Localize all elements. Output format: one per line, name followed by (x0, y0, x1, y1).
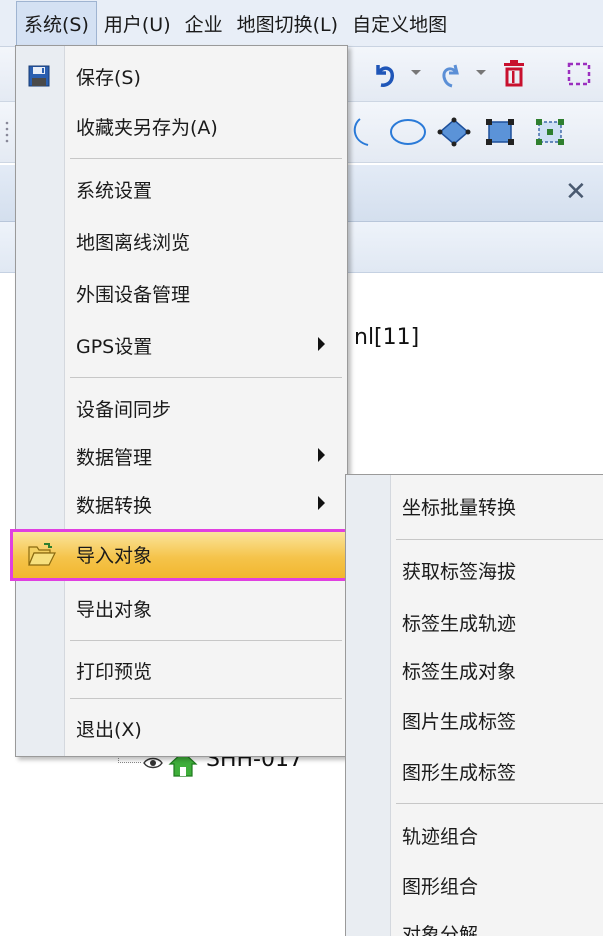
submenu-arrow-icon (318, 337, 325, 351)
menu-item-system-settings[interactable]: 系统设置 (16, 165, 347, 213)
submenu-item-label: 获取标签海拔 (402, 560, 517, 583)
floppy-disk-icon (28, 65, 50, 87)
redo-icon[interactable] (435, 59, 465, 89)
delete-icon[interactable] (500, 59, 528, 89)
menu-system[interactable]: 系统(S) (16, 0, 97, 46)
menu-item-label: 系统设置 (76, 179, 153, 202)
submenu-item-label: 图形生成标签 (402, 761, 517, 784)
submenu-separator (396, 803, 603, 804)
menu-item-save[interactable]: 保存(S) (16, 52, 347, 100)
grip-icon (5, 121, 9, 143)
submenu-arrow-icon (318, 448, 325, 462)
menu-separator (70, 377, 342, 378)
menu-item-label: 退出(X) (76, 718, 142, 741)
menu-item-label: 导入对象 (76, 544, 153, 567)
menu-item-label: 打印预览 (76, 660, 153, 683)
menu-item-label: 收藏夹另存为(A) (76, 116, 218, 139)
submenu-item-track-combine[interactable]: 轨迹组合 (346, 810, 603, 860)
menu-item-label: 导出对象 (76, 598, 153, 621)
undo-icon[interactable] (370, 59, 400, 89)
menu-map-switch[interactable]: 地图切换(L) (230, 0, 345, 46)
menu-item-export-object[interactable]: 导出对象 (16, 584, 347, 632)
submenu-item-object-decompose[interactable]: 对象分解 (346, 908, 603, 936)
visibility-eye-icon[interactable] (143, 755, 163, 771)
submenu-separator (396, 539, 603, 540)
submenu-item-tag-to-track[interactable]: 标签生成轨迹 (346, 597, 603, 647)
menu-item-peripheral-management[interactable]: 外围设备管理 (16, 269, 347, 317)
data-conversion-submenu: 坐标批量转换 获取标签海拔 标签生成轨迹 标签生成对象 图片生成标签 图形生成标… (345, 474, 603, 936)
menu-separator (70, 640, 342, 641)
submenu-item-label: 对象分解 (402, 923, 479, 936)
menu-item-label: 外围设备管理 (76, 283, 191, 306)
menu-item-device-sync[interactable]: 设备间同步 (16, 384, 347, 432)
menu-item-data-conversion[interactable]: 数据转换 (16, 480, 347, 528)
submenu-item-shape-to-tag[interactable]: 图形生成标签 (346, 746, 603, 796)
menubar: 系统(S) 用户(U) 企业 地图切换(L) 自定义地图 (0, 0, 603, 47)
polygon-tool-icon[interactable] (436, 116, 472, 148)
node-edit-tool-icon[interactable] (534, 117, 566, 147)
system-dropdown-menu: 保存(S) 收藏夹另存为(A) 系统设置 地图离线浏览 外围设备管理 GPS设置… (10, 45, 353, 757)
submenu-item-label: 标签生成轨迹 (402, 612, 517, 635)
menu-item-label: 地图离线浏览 (76, 231, 191, 254)
submenu-item-label: 轨迹组合 (402, 825, 479, 848)
undo-dropdown-icon[interactable] (410, 69, 422, 77)
menu-user[interactable]: 用户(U) (97, 0, 178, 46)
submenu-item-label: 坐标批量转换 (402, 496, 517, 519)
menu-item-label: 设备间同步 (76, 398, 172, 421)
select-rect-icon[interactable] (565, 60, 593, 88)
menu-item-offline-browse[interactable]: 地图离线浏览 (16, 217, 347, 265)
menu-item-print-preview[interactable]: 打印预览 (16, 646, 347, 694)
submenu-item-label: 图形组合 (402, 875, 479, 898)
submenu-item-shape-combine[interactable]: 图形组合 (346, 860, 603, 910)
submenu-item-batch-coordinate-convert[interactable]: 坐标批量转换 (346, 481, 603, 531)
menu-item-gps-settings[interactable]: GPS设置 (16, 321, 347, 369)
submenu-item-tag-to-object[interactable]: 标签生成对象 (346, 645, 603, 695)
menu-enterprise[interactable]: 企业 (178, 0, 230, 46)
close-icon[interactable]: ✕ (565, 177, 587, 207)
menu-item-data-management[interactable]: 数据管理 (16, 432, 347, 480)
menu-item-save-favorites-as[interactable]: 收藏夹另存为(A) (16, 102, 347, 150)
submenu-item-image-to-tag[interactable]: 图片生成标签 (346, 695, 603, 745)
menu-item-label: 数据管理 (76, 446, 153, 469)
menu-item-import-object[interactable]: 导入对象 (10, 529, 353, 581)
menu-separator (70, 698, 342, 699)
submenu-arrow-icon (318, 496, 325, 510)
open-folder-icon (28, 543, 56, 566)
submenu-item-label: 图片生成标签 (402, 710, 517, 733)
menu-custom-map[interactable]: 自定义地图 (345, 0, 454, 46)
tree-node-partial[interactable]: nl[11] (354, 325, 419, 350)
menu-item-label: GPS设置 (76, 335, 153, 358)
rectangle-tool-icon[interactable] (484, 117, 516, 147)
arc-tool-icon[interactable] (350, 115, 384, 149)
menu-item-exit[interactable]: 退出(X) (16, 704, 347, 752)
menu-item-label: 数据转换 (76, 494, 153, 517)
menu-separator (70, 158, 342, 159)
redo-dropdown-icon[interactable] (475, 69, 487, 77)
menu-item-label: 保存(S) (76, 66, 141, 89)
submenu-item-label: 标签生成对象 (402, 660, 517, 683)
ellipse-tool-icon[interactable] (388, 116, 428, 148)
submenu-item-get-tag-altitude[interactable]: 获取标签海拔 (346, 545, 603, 595)
